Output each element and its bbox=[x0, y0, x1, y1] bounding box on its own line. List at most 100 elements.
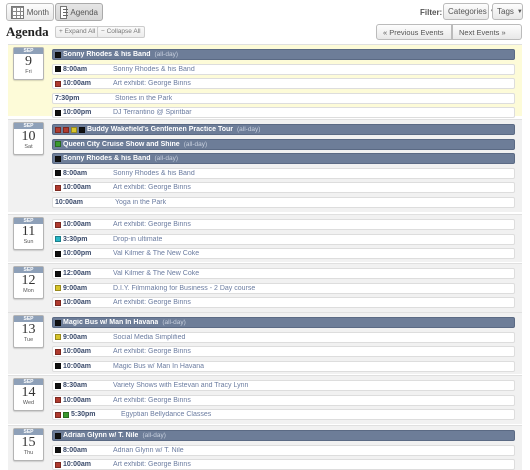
date-number: 13 bbox=[21, 322, 36, 337]
event-row[interactable]: 10:00am Art exhibit: George Binns bbox=[52, 297, 515, 309]
filter-label: Filter: bbox=[420, 8, 443, 17]
day-group: SEP 10 Sat Buddy Wakefield's Gentlemen Prac… bbox=[8, 119, 522, 212]
agenda-icon bbox=[60, 5, 69, 19]
event-row[interactable]: 10:00pm DJ Terrantino @ Spiritbar bbox=[52, 107, 515, 119]
date-weekday: Sat bbox=[24, 144, 33, 150]
event-time: 3:30pm bbox=[63, 235, 88, 243]
category-color-swatch bbox=[79, 126, 85, 133]
event-title: Art exhibit: George Binns bbox=[113, 348, 191, 356]
event-row[interactable]: 8:00am Sonny Rhodes & his Band bbox=[52, 63, 515, 75]
category-color-swatch bbox=[55, 126, 61, 133]
event-time: 10:00am bbox=[63, 221, 92, 228]
category-color-swatch bbox=[55, 411, 61, 418]
event-title: Art exhibit: George Binns bbox=[113, 461, 191, 469]
event-row[interactable]: 10:00am Art exhibit: George Binns bbox=[52, 219, 515, 230]
all-day-tag: (all-day) bbox=[162, 319, 186, 326]
date-number: 10 bbox=[21, 129, 36, 144]
all-day-tag: (all-day) bbox=[183, 140, 208, 148]
event-time: 10:00am bbox=[63, 184, 92, 192]
event-row[interactable]: 7:30pm Stories in the Park bbox=[52, 92, 515, 104]
categories-dropdown[interactable]: Categories▼ bbox=[443, 3, 496, 20]
previous-events-button[interactable]: « Previous Events bbox=[376, 24, 452, 40]
collapse-all-button[interactable]: − Collapse All bbox=[97, 26, 145, 38]
event-row[interactable]: 10:00am Art exhibit: George Binns bbox=[52, 394, 515, 406]
date-badge[interactable]: SEP 10 Sat bbox=[13, 122, 44, 155]
category-color-swatch bbox=[55, 51, 61, 58]
event-title: Yoga in the Park bbox=[115, 199, 167, 206]
event-row[interactable]: 12:00am Val Kilmer & The New Coke bbox=[52, 268, 515, 279]
event-row[interactable]: 8:30am Variety Shows with Estevan and Tra… bbox=[52, 380, 515, 391]
date-badge[interactable]: SEP 15 Thu bbox=[13, 428, 44, 461]
event-time: 8:00am bbox=[63, 446, 88, 454]
tags-dropdown[interactable]: Tags ▼ bbox=[492, 3, 523, 20]
all-day-event[interactable]: Sonny Rhodes & his Band (all-day) bbox=[52, 153, 515, 165]
event-row[interactable]: 10:00am Magic Bus w/ Man In Havana bbox=[52, 360, 515, 372]
date-badge[interactable]: SEP 13 Tue bbox=[13, 315, 44, 348]
all-day-event[interactable]: Magic Bus w/ Man In Havana (all-day) bbox=[52, 317, 515, 328]
date-badge[interactable]: SEP 9 Fri bbox=[13, 47, 44, 80]
event-title: DJ Terrantino @ Spiritbar bbox=[113, 109, 192, 117]
event-title: D.I.Y. Filmmaking for Business - 2 Day c… bbox=[113, 284, 256, 292]
day-group: SEP 12 Mon 12:00am Val Kilmer & The New Coke… bbox=[8, 263, 522, 312]
event-title: Sonny Rhodes & his Band bbox=[63, 155, 151, 163]
event-title: Sonny Rhodes & his Band bbox=[63, 51, 151, 58]
event-time: 10:00am bbox=[63, 80, 92, 88]
event-row[interactable]: 8:00am Sonny Rhodes & his Band bbox=[52, 167, 515, 179]
event-row[interactable]: 10:00pm Val Kilmer & The New Coke bbox=[52, 248, 515, 260]
date-number: 12 bbox=[21, 273, 36, 288]
event-time: 8:30am bbox=[63, 382, 88, 389]
event-time: 8:00am bbox=[63, 65, 88, 73]
event-title: Queen City Cruise Show and Shine bbox=[63, 140, 180, 148]
event-row[interactable]: 10:00am Art exhibit: George Binns bbox=[52, 459, 515, 470]
event-title: Buddy Wakefield's Gentlemen Practice Tou… bbox=[87, 126, 233, 133]
event-title: Magic Bus w/ Man In Havana bbox=[113, 362, 205, 370]
category-color-swatch bbox=[63, 126, 69, 133]
event-title: Art exhibit: George Binns bbox=[113, 396, 191, 404]
all-day-tag: (all-day) bbox=[154, 155, 178, 163]
next-events-button[interactable]: Next Events » bbox=[452, 24, 522, 40]
date-badge[interactable]: SEP 12 Mon bbox=[13, 266, 44, 299]
event-row[interactable]: 9:00am Social Media Simplified bbox=[52, 331, 515, 343]
date-weekday: Sun bbox=[23, 239, 34, 245]
event-title: Art exhibit: George Binns bbox=[113, 299, 191, 307]
event-time: 7:30pm bbox=[55, 94, 80, 102]
event-row[interactable]: 9:00am D.I.Y. Filmmaking for Business - 2… bbox=[52, 282, 515, 294]
event-title: Art exhibit: George Binns bbox=[113, 80, 191, 88]
date-badge[interactable]: SEP 14 Wed bbox=[13, 378, 44, 411]
date-weekday: Thu bbox=[23, 450, 34, 456]
category-color-swatch bbox=[55, 432, 61, 439]
event-time: 10:00am bbox=[55, 199, 84, 206]
day-group: SEP 11 Sun 10:00am Art exhibit: George Binns… bbox=[8, 214, 522, 262]
month-view-button[interactable]: Month bbox=[6, 3, 54, 21]
event-row[interactable]: 5:30pm Egyptian Bellydance Classes bbox=[52, 409, 515, 421]
all-day-event[interactable]: Queen City Cruise Show and Shine (all-day… bbox=[52, 138, 515, 150]
agenda-view-button[interactable]: Agenda bbox=[55, 3, 103, 21]
event-row[interactable]: 10:00am Art exhibit: George Binns bbox=[52, 346, 515, 358]
event-time: 10:00am bbox=[63, 362, 92, 370]
toolbar: Month Agenda Filter: Categories▼ Tags▼ bbox=[6, 3, 524, 23]
month-view-label: Month bbox=[26, 7, 49, 17]
event-title: Magic Bus w/ Man In Havana bbox=[63, 319, 159, 326]
all-day-event[interactable]: Sonny Rhodes & his Band (all-day) bbox=[52, 49, 515, 60]
expand-all-button[interactable]: + Expand All bbox=[55, 26, 100, 38]
category-color-swatch bbox=[55, 141, 61, 148]
event-row[interactable]: 3:30pm Drop-in ultimate bbox=[52, 233, 515, 245]
event-row[interactable]: 10:00am Yoga in the Park bbox=[52, 197, 515, 208]
date-badge[interactable]: SEP 11 Sun bbox=[13, 217, 44, 250]
date-number: 11 bbox=[21, 224, 36, 239]
event-row[interactable]: 8:00am Adrian Glynn w/ T. Nile bbox=[52, 444, 515, 456]
event-title: Drop-in ultimate bbox=[113, 235, 163, 243]
day-group: SEP 13 Tue Magic Bus w/ Man In Havana (all-d… bbox=[8, 312, 522, 374]
all-day-tag: (all-day) bbox=[236, 126, 261, 133]
event-row[interactable]: 10:00am Art exhibit: George Binns bbox=[52, 78, 515, 90]
category-color-swatch bbox=[71, 126, 77, 133]
all-day-event[interactable]: Adrian Glynn w/ T. Nile (all-day) bbox=[52, 430, 515, 441]
date-number: 9 bbox=[25, 54, 32, 69]
event-title: Egyptian Bellydance Classes bbox=[121, 411, 212, 419]
agenda-view-label: Agenda bbox=[70, 7, 98, 17]
event-title: Val Kilmer & The New Coke bbox=[113, 250, 200, 258]
event-row[interactable]: 10:00am Art exhibit: George Binns bbox=[52, 182, 515, 194]
all-day-event[interactable]: Buddy Wakefield's Gentlemen Practice Tou… bbox=[52, 124, 515, 135]
event-time: 10:00am bbox=[63, 348, 92, 356]
date-weekday: Mon bbox=[23, 288, 34, 294]
